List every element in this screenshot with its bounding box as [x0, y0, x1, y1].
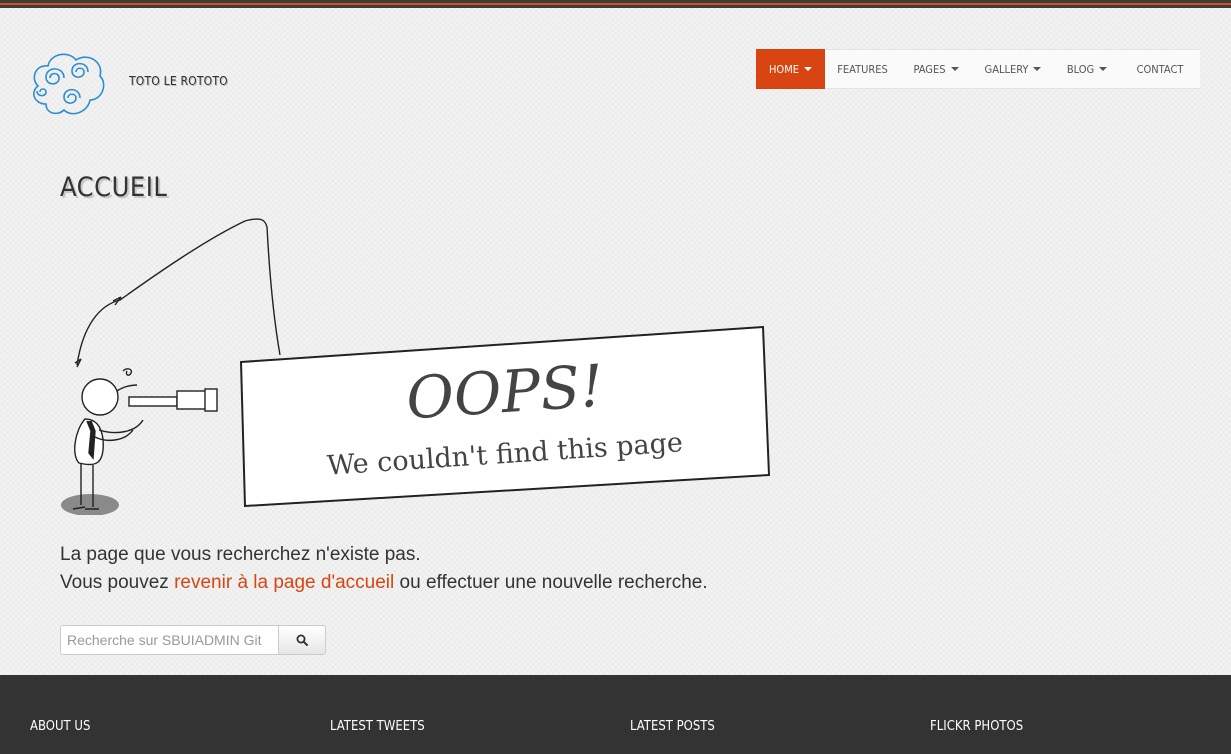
error-message-line1: La page que vous recherchez n'existe pas…: [60, 544, 421, 565]
caret-down-icon: [1033, 67, 1042, 71]
error-message: La page que vous recherchez n'existe pas…: [60, 541, 708, 597]
footer-heading-latest-tweets: LATEST TWEETS: [330, 719, 425, 734]
nav-item-pages[interactable]: PAGES: [900, 49, 972, 89]
home-link[interactable]: revenir à la page d'accueil: [174, 572, 394, 593]
footer-heading-flickr-photos: FLICKR PHOTOS: [930, 719, 1024, 734]
nav-item-label: FEATURES: [837, 62, 888, 76]
oops-illustration: OOPS! We couldn't find this page: [61, 218, 771, 515]
nav-item-features[interactable]: FEATURES: [825, 49, 900, 89]
search-icon: [296, 634, 308, 646]
error-message-text: Vous pouvez: [60, 572, 175, 593]
footer-heading-latest-posts: LATEST POSTS: [630, 719, 715, 734]
nav-item-label: HOME: [768, 62, 800, 76]
caret-down-icon: [1099, 67, 1108, 71]
oops-sign: OOPS! We couldn't find this page: [239, 325, 771, 508]
page-title: ACCUEIL: [60, 172, 168, 203]
footer: ABOUT US LATEST TWEETS LATEST POSTS FLIC…: [0, 675, 1231, 754]
figure-shadow: [61, 494, 119, 515]
nav-item-label: GALLERY: [984, 62, 1029, 76]
spiral-cloud-logo-icon[interactable]: [28, 46, 108, 120]
footer-heading-about-us: ABOUT US: [30, 719, 91, 734]
nav-item-blog[interactable]: BLOG: [1054, 49, 1120, 89]
fishing-rod-line: [76, 218, 281, 366]
nav-item-home[interactable]: HOME: [756, 49, 825, 89]
nav-item-label: BLOG: [1066, 62, 1095, 76]
error-message-text: ou effectuer une nouvelle recherche.: [394, 572, 708, 593]
caret-down-icon: [950, 67, 959, 71]
caret-down-icon: [804, 67, 813, 71]
main-nav: HOME FEATURES PAGES GALLERY BLOG CONTACT: [756, 49, 1200, 89]
top-accent-bar: [0, 0, 1231, 8]
nav-item-gallery[interactable]: GALLERY: [972, 49, 1054, 89]
nav-item-label: CONTACT: [1136, 62, 1184, 76]
search-button[interactable]: [279, 625, 326, 655]
brand-name[interactable]: TOTO LE ROTOTO: [129, 74, 228, 88]
search-form: [60, 625, 326, 655]
search-input[interactable]: [60, 625, 279, 655]
error-message-line2: Vous pouvez revenir à la page d'accueil …: [60, 569, 708, 597]
nav-item-label: PAGES: [913, 62, 946, 76]
oops-heading: OOPS!: [404, 352, 605, 433]
stick-figure: [72, 368, 218, 510]
nav-item-contact[interactable]: CONTACT: [1120, 49, 1200, 89]
